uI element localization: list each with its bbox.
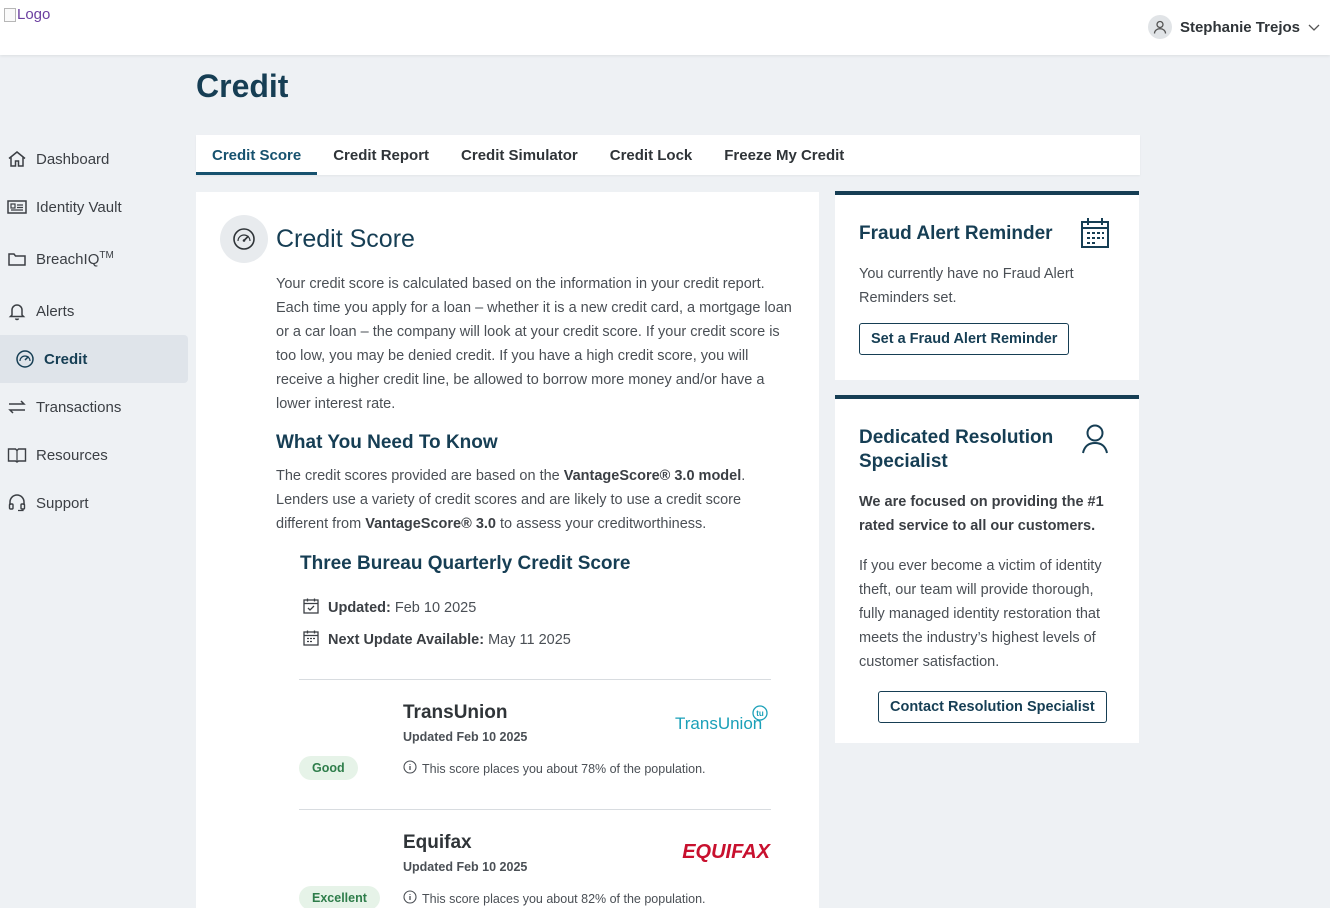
updated-text: Updated: Feb 10 2025: [328, 600, 476, 616]
sidebar-item-label: Alerts: [36, 302, 75, 320]
logo[interactable]: Logo: [4, 6, 50, 23]
fraud-alert-text: You currently have no Fraud Alert Remind…: [859, 266, 1074, 306]
resolution-text: If you ever become a victim of identity …: [859, 558, 1102, 670]
calendar-icon: [1080, 217, 1110, 254]
credit-tabs: Credit Score Credit Report Credit Simula…: [196, 135, 1140, 175]
sidebar-item-identity-vault[interactable]: Identity Vault: [0, 183, 188, 231]
transunion-logo-text: TransUnion: [675, 714, 762, 733]
tab-credit-lock[interactable]: Credit Lock: [594, 135, 709, 175]
resolution-title: Dedicated Resolution Specialist: [859, 427, 1054, 472]
tab-credit-simulator[interactable]: Credit Simulator: [445, 135, 594, 175]
credit-score-description: Your credit score is calculated based on…: [276, 276, 792, 412]
population-text: This score places you about 82% of the p…: [422, 891, 706, 906]
page-title: Credit: [196, 68, 289, 104]
wytk-text-part: The credit scores provided are based on …: [276, 468, 564, 484]
vantagescore-name: VantageScore® 3.0: [365, 516, 496, 532]
id-card-icon: [6, 196, 28, 218]
fraud-alert-card: Fraud Alert Reminder You currently have …: [835, 191, 1139, 380]
sidebar-item-alerts[interactable]: Alerts: [0, 287, 188, 335]
sidebar-item-dashboard[interactable]: Dashboard: [0, 135, 188, 183]
bell-icon: [6, 300, 28, 322]
next-update-label: Next Update Available:: [328, 632, 485, 648]
top-bar: Logo Stephanie Trejos: [0, 0, 1330, 55]
breachiq-label: BreachIQ: [36, 251, 100, 268]
sidebar-item-label: Dashboard: [36, 150, 110, 168]
next-update-text: Next Update Available: May 11 2025: [328, 632, 571, 648]
speedometer-icon: [220, 215, 268, 263]
sidebar-item-transactions[interactable]: Transactions: [0, 383, 188, 431]
resolution-bold-text: We are focused on providing the #1 rated…: [859, 494, 1104, 534]
arrows-icon: [6, 396, 28, 418]
transunion-logo-badge: tu: [756, 709, 764, 718]
population-note: This score places you about 78% of the p…: [403, 760, 706, 777]
updated-row: Updated: Feb 10 2025: [302, 597, 476, 619]
sidebar-item-label: BreachIQTM: [36, 250, 114, 268]
rating-badge: Good: [299, 756, 358, 780]
equifax-logo: EQUIFAX: [673, 834, 771, 869]
population-note: This score places you about 82% of the p…: [403, 890, 706, 907]
credit-score-card: Credit Score Your credit score is calcul…: [196, 192, 819, 908]
sidebar-item-resources[interactable]: Resources: [0, 431, 188, 479]
bureau-equifax: Equifax Updated Feb 10 2025 Excellent Th…: [299, 809, 772, 908]
home-icon: [6, 148, 28, 170]
user-avatar-icon: [1147, 15, 1172, 39]
info-icon: [403, 760, 417, 777]
trademark-sup: TM: [99, 250, 114, 261]
next-update-value: May 11 2025: [488, 632, 571, 648]
tab-credit-report[interactable]: Credit Report: [317, 135, 445, 175]
sidebar-item-label: Resources: [36, 446, 108, 464]
user-menu[interactable]: Stephanie Trejos: [1147, 15, 1320, 39]
rating-badge: Excellent: [299, 886, 380, 908]
sidebar-item-label: Support: [36, 494, 89, 512]
population-text: This score places you about 78% of the p…: [422, 761, 706, 776]
gauge-icon: [14, 348, 36, 370]
three-bureau-title: Three Bureau Quarterly Credit Score: [300, 553, 631, 574]
updated-value: Feb 10 2025: [394, 600, 477, 616]
bureau-updated: Updated Feb 10 2025: [403, 860, 528, 874]
sidebar-item-support[interactable]: Support: [0, 479, 188, 527]
vantagescore-model: VantageScore® 3.0 model: [563, 468, 742, 484]
person-icon: [1081, 423, 1109, 460]
info-icon: [403, 890, 417, 907]
sidebar-item-credit[interactable]: Credit: [0, 335, 188, 383]
next-update-row: Next Update Available: May 11 2025: [302, 629, 571, 651]
calendar-icon: [302, 629, 320, 651]
updated-label: Updated:: [328, 600, 391, 616]
set-fraud-alert-button[interactable]: Set a Fraud Alert Reminder: [859, 323, 1070, 355]
what-you-need-to-know-text: The credit scores provided are based on …: [276, 464, 796, 536]
bureau-updated: Updated Feb 10 2025: [403, 730, 528, 744]
logo-alt-text: Logo: [17, 6, 51, 23]
calendar-check-icon: [302, 597, 320, 619]
fraud-alert-title: Fraud Alert Reminder: [859, 223, 1053, 244]
wytk-text-part: to assess your creditworthiness.: [495, 516, 707, 532]
bureau-name: TransUnion: [403, 702, 508, 723]
tab-credit-score[interactable]: Credit Score: [196, 135, 318, 175]
broken-image-icon: [4, 7, 16, 22]
bureau-transunion: TransUnion Updated Feb 10 2025 Good This…: [299, 679, 771, 809]
what-you-need-to-know-title: What You Need To Know: [276, 432, 498, 453]
credit-score-title: Credit Score: [276, 225, 415, 253]
sidebar-item-breachiq[interactable]: BreachIQTM: [0, 231, 188, 287]
folder-icon: [6, 248, 28, 270]
chevron-down-icon: [1308, 19, 1320, 36]
sidebar-item-label: Credit: [44, 350, 88, 368]
sidebar-item-label: Identity Vault: [36, 198, 122, 216]
user-name: Stephanie Trejos: [1179, 18, 1300, 36]
transunion-logo: TransUnion tu: [673, 704, 771, 739]
book-icon: [6, 444, 28, 466]
sidebar: Dashboard Identity Vault BreachIQTM Aler…: [0, 135, 188, 527]
bureau-name: Equifax: [403, 832, 472, 853]
contact-resolution-specialist-button[interactable]: Contact Resolution Specialist: [878, 691, 1107, 723]
headset-icon: [6, 492, 28, 514]
tab-freeze-my-credit[interactable]: Freeze My Credit: [708, 135, 860, 175]
sidebar-item-label: Transactions: [36, 398, 122, 416]
resolution-specialist-card: Dedicated Resolution Specialist We are f…: [835, 395, 1139, 743]
equifax-logo-text: EQUIFAX: [682, 841, 771, 863]
